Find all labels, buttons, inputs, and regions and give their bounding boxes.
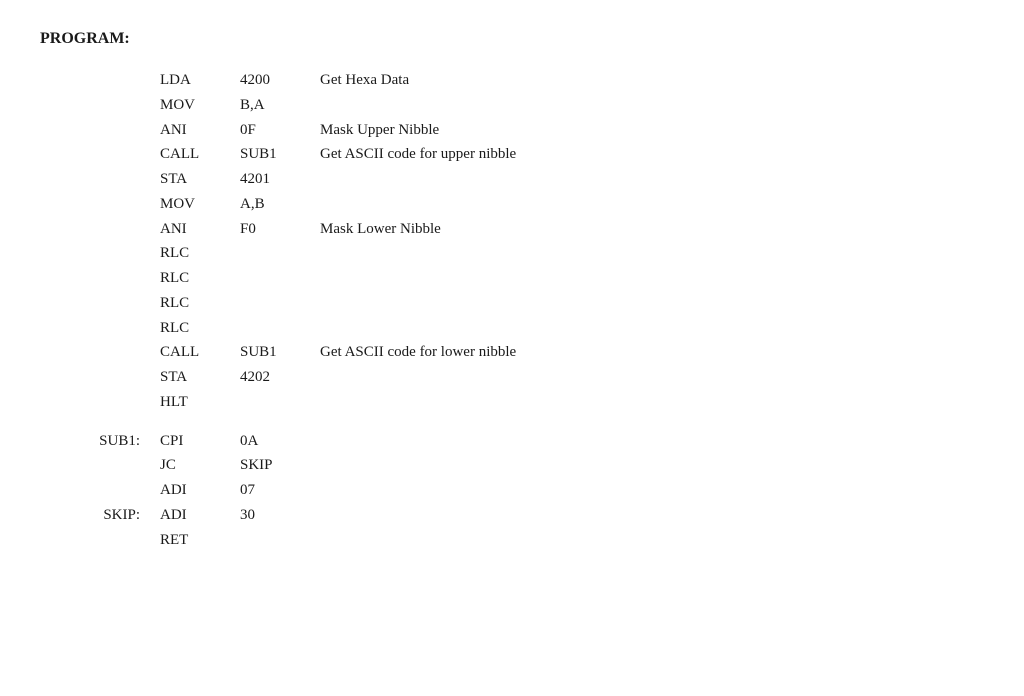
operand-cell: F0	[240, 217, 320, 242]
table-row: CALLSUB1Get ASCII code for upper nibble	[40, 142, 984, 167]
operand-cell: 4200	[240, 68, 320, 93]
mnemonic-cell: LDA	[160, 68, 240, 93]
table-row: RLC	[40, 241, 984, 266]
table-row: SUB1:CPI0A	[40, 429, 984, 454]
comment-cell: Mask Upper Nibble	[320, 118, 439, 143]
table-row: JCSKIP	[40, 453, 984, 478]
mnemonic-cell: ANI	[160, 217, 240, 242]
mnemonic-cell: STA	[160, 167, 240, 192]
program-section: PROGRAM: LDA4200Get Hexa DataMOVB,AANI0F…	[40, 30, 984, 552]
table-row: LDA4200Get Hexa Data	[40, 68, 984, 93]
mnemonic-cell: ADI	[160, 478, 240, 503]
operand-cell: SUB1	[240, 340, 320, 365]
code-section: LDA4200Get Hexa DataMOVB,AANI0FMask Uppe…	[40, 68, 984, 552]
comment-cell: Get ASCII code for upper nibble	[320, 142, 516, 167]
mnemonic-cell: RLC	[160, 291, 240, 316]
table-row: CALLSUB1Get ASCII code for lower nibble	[40, 340, 984, 365]
table-row: SKIP:ADI30	[40, 503, 984, 528]
table-row: RLC	[40, 291, 984, 316]
table-row: RLC	[40, 266, 984, 291]
table-row: RLC	[40, 316, 984, 341]
mnemonic-cell: CALL	[160, 340, 240, 365]
table-row: STA4202	[40, 365, 984, 390]
comment-cell: Mask Lower Nibble	[320, 217, 441, 242]
program-heading: PROGRAM:	[40, 30, 984, 48]
mnemonic-cell: JC	[160, 453, 240, 478]
operand-cell: 30	[240, 503, 320, 528]
mnemonic-cell: ANI	[160, 118, 240, 143]
table-row: MOVB,A	[40, 93, 984, 118]
table-row: MOVA,B	[40, 192, 984, 217]
table-row: HLT	[40, 390, 984, 415]
mnemonic-cell: HLT	[160, 390, 240, 415]
table-row: ANIF0Mask Lower Nibble	[40, 217, 984, 242]
table-row: ANI0FMask Upper Nibble	[40, 118, 984, 143]
spacer-row	[40, 415, 984, 429]
operand-cell: SKIP	[240, 453, 320, 478]
mnemonic-cell: MOV	[160, 93, 240, 118]
table-row: RET	[40, 528, 984, 553]
operand-cell: A,B	[240, 192, 320, 217]
label-cell: SUB1:	[40, 429, 160, 454]
comment-cell: Get Hexa Data	[320, 68, 409, 93]
operand-cell: 4201	[240, 167, 320, 192]
operand-cell: 0A	[240, 429, 320, 454]
mnemonic-cell: RLC	[160, 266, 240, 291]
label-cell: SKIP:	[40, 503, 160, 528]
mnemonic-cell: CPI	[160, 429, 240, 454]
mnemonic-cell: ADI	[160, 503, 240, 528]
table-row: STA4201	[40, 167, 984, 192]
mnemonic-cell: RLC	[160, 316, 240, 341]
mnemonic-cell: CALL	[160, 142, 240, 167]
mnemonic-cell: RLC	[160, 241, 240, 266]
mnemonic-cell: MOV	[160, 192, 240, 217]
mnemonic-cell: STA	[160, 365, 240, 390]
comment-cell: Get ASCII code for lower nibble	[320, 340, 516, 365]
operand-cell: B,A	[240, 93, 320, 118]
operand-cell: 07	[240, 478, 320, 503]
operand-cell: 4202	[240, 365, 320, 390]
table-row: ADI07	[40, 478, 984, 503]
operand-cell: 0F	[240, 118, 320, 143]
mnemonic-cell: RET	[160, 528, 240, 553]
operand-cell: SUB1	[240, 142, 320, 167]
